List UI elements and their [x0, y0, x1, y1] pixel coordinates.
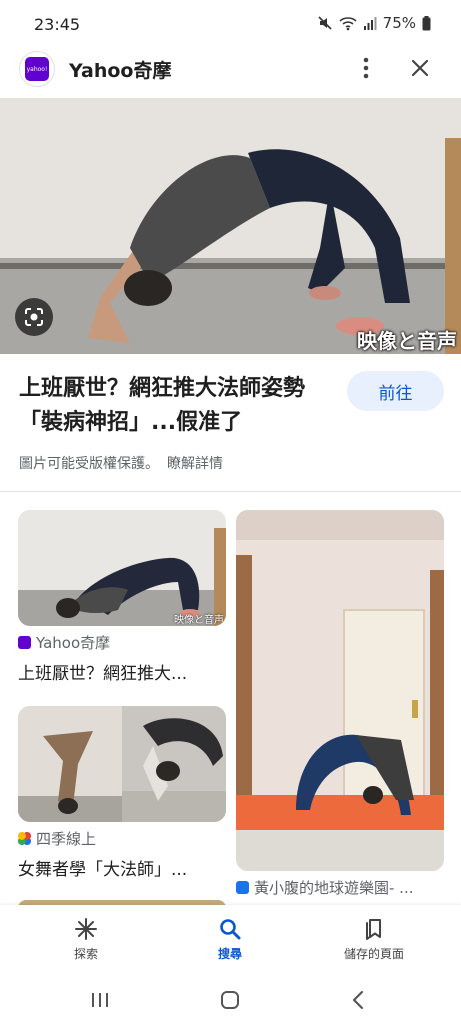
result-title[interactable]: 上班厭世？網狂推大法師姿勢「裝病神招」...假准了: [19, 372, 339, 440]
hero-image[interactable]: 映像と音声: [0, 98, 461, 354]
lens-icon: [25, 308, 43, 326]
nav-saved[interactable]: 儲存的頁面: [324, 917, 424, 962]
bottom-nav: 探索 搜尋 儲存的頁面: [0, 905, 461, 975]
related-card[interactable]: 映像と音声 Yahoo奇摩 上班厭世？網狂推大...: [18, 510, 226, 684]
battery-icon: [422, 15, 431, 31]
blog-favicon-icon: [236, 881, 249, 894]
divider: [0, 491, 461, 492]
card-image[interactable]: 映像と音声: [18, 510, 226, 626]
yahoo-logo: yahoo!: [19, 51, 55, 87]
home-button[interactable]: [218, 989, 242, 1011]
related-card[interactable]: 四季線上 女舞者學「大法師」...: [18, 706, 226, 880]
card-source-label: Yahoo奇摩: [36, 634, 111, 652]
card-source: Yahoo奇摩: [18, 632, 226, 653]
yahoo-favicon-icon: [18, 636, 31, 649]
card-source-label: 黃小腹的地球遊樂園- ...: [254, 879, 414, 897]
more-vertical-icon: [363, 57, 369, 79]
card-title: 上班厭世？網狂推大...: [18, 664, 188, 684]
mute-icon: [317, 15, 333, 31]
status-time: 23:45: [34, 15, 81, 34]
hero-watermark: 映像と音声: [357, 329, 457, 353]
nav-explore-label: 探索: [73, 947, 98, 961]
battery-percent: 75%: [382, 14, 416, 32]
card-watermark: 映像と音声: [174, 615, 224, 626]
header: yahoo! Yahoo奇摩: [0, 48, 461, 98]
nav-saved-label: 儲存的頁面: [343, 947, 404, 961]
card-title: 女舞者學「大法師」...: [18, 860, 188, 880]
learn-more-link[interactable]: 瞭解詳情: [167, 456, 223, 472]
more-options-button[interactable]: [354, 54, 378, 82]
source-title: Yahoo奇摩: [69, 60, 172, 82]
visit-button[interactable]: 前往: [347, 371, 444, 411]
close-button[interactable]: [406, 54, 434, 82]
status-icons: 75%: [317, 14, 431, 32]
system-nav-bar: [0, 975, 461, 1024]
card-source-label: 四季線上: [36, 830, 97, 848]
wifi-icon: [339, 15, 357, 31]
recent-apps-button[interactable]: [88, 989, 112, 1011]
copyright-note: 圖片可能受版權保護。 瞭解詳情: [19, 453, 223, 473]
copyright-text: 圖片可能受版權保護。: [19, 456, 159, 472]
lens-button[interactable]: [15, 298, 53, 336]
signal-icon: [363, 16, 377, 30]
card-source: 四季線上: [18, 828, 226, 849]
recent-apps-icon: [92, 993, 108, 1007]
card-source: 黃小腹的地球遊樂園- ...: [236, 877, 444, 898]
nav-explore[interactable]: 探索: [36, 917, 136, 962]
close-icon: [411, 59, 429, 77]
related-card[interactable]: 黃小腹的地球遊樂園- ...: [236, 510, 444, 898]
card-image[interactable]: [18, 706, 226, 822]
nav-search-label: 搜尋: [217, 947, 242, 961]
status-bar: 23:45 75%: [0, 0, 461, 48]
back-button[interactable]: [346, 989, 370, 1011]
back-icon: [352, 990, 364, 1010]
nav-search[interactable]: 搜尋: [180, 917, 280, 962]
siji-favicon-icon: [18, 832, 31, 845]
bookmarks-icon: [366, 919, 381, 940]
search-icon: [220, 919, 241, 940]
home-icon: [221, 991, 239, 1009]
yahoo-logo-mark: yahoo!: [25, 57, 49, 81]
card-image[interactable]: [236, 510, 444, 871]
asterisk-icon: [75, 918, 97, 940]
